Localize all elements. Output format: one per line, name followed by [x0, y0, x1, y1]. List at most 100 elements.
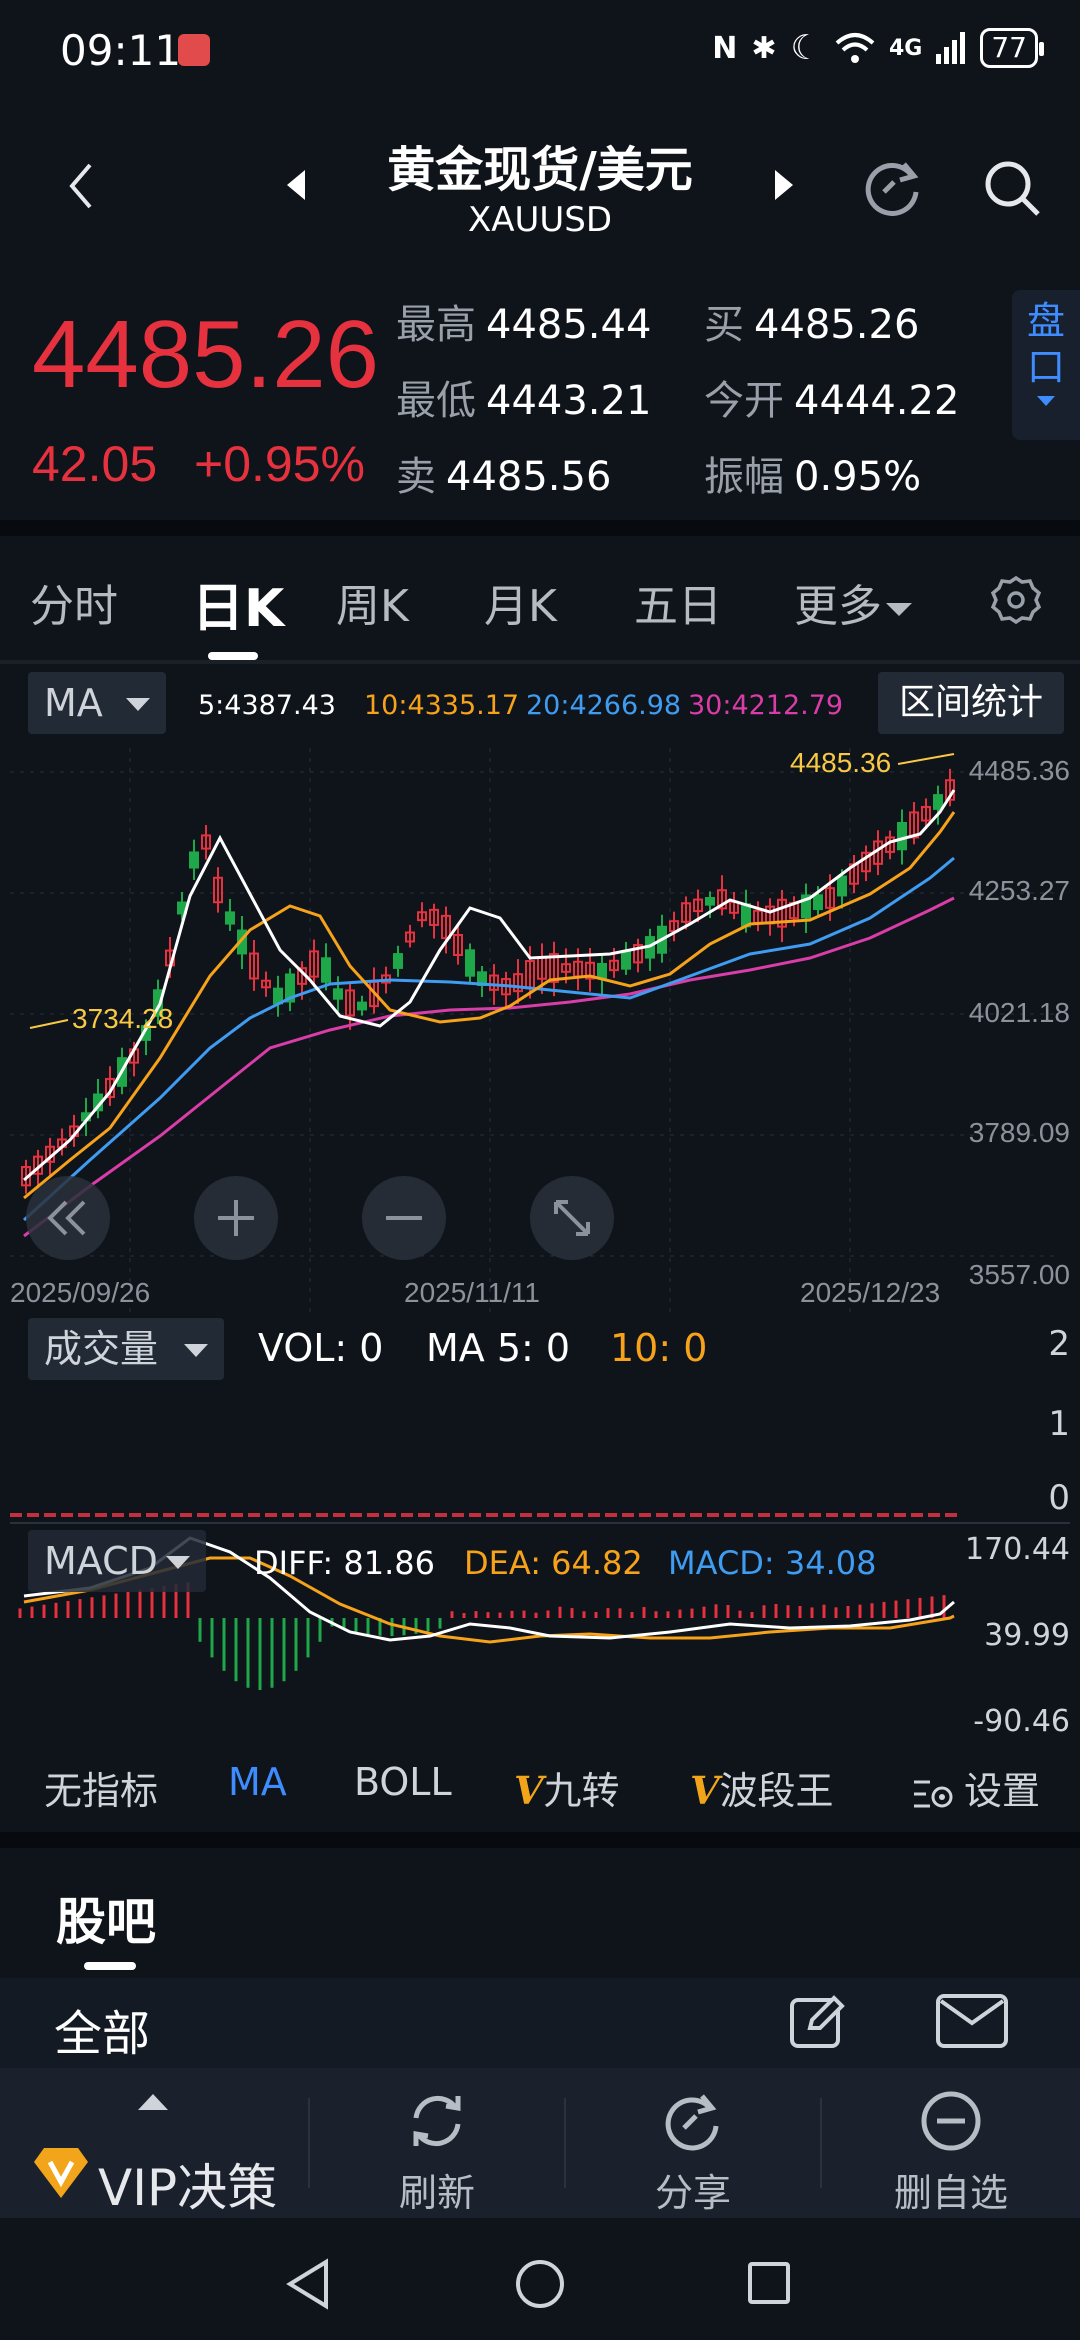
last-price: 4485.26 — [32, 301, 380, 408]
buy-label: 买 — [704, 302, 744, 348]
refresh-button[interactable] — [856, 152, 928, 224]
caret-down-icon — [166, 1556, 190, 1569]
kline-chart[interactable]: 4485.36 3734.28 4485.36 4253.27 4021.18 … — [10, 747, 1070, 1312]
status-icons: N ✱ ☾ 4G 77 — [712, 28, 1044, 68]
triangle-right-icon — [775, 170, 793, 200]
tab-more[interactable]: 更多 — [794, 570, 912, 634]
candle-body — [321, 957, 331, 983]
status-time: 09:11 — [60, 26, 182, 75]
refresh-action-button[interactable]: 刷新 — [310, 2068, 564, 2218]
indicator-ma[interactable]: MA — [228, 1760, 287, 1804]
filter-all[interactable]: 全部 — [54, 1994, 150, 2064]
caret-down-icon — [184, 1344, 208, 1357]
indicator-settings[interactable]: 设置 — [912, 1760, 1040, 1815]
tab-weekly-k[interactable]: 周K — [336, 570, 409, 634]
candle-body — [597, 963, 607, 980]
nav-home-icon[interactable] — [514, 2258, 566, 2310]
y-label-4: 3789.09 — [969, 1117, 1070, 1148]
low-cell: 最低 4443.21 — [396, 368, 651, 426]
search-button[interactable] — [976, 152, 1048, 224]
candle-body — [333, 988, 343, 1000]
vip-decision-button[interactable]: VIP决策 — [0, 2068, 306, 2218]
indicator-boll[interactable]: BOLL — [354, 1760, 452, 1804]
open-label: 今开 — [704, 378, 784, 424]
vol-y-label-2: 1 — [1048, 1404, 1070, 1444]
rewind-button[interactable] — [26, 1176, 110, 1260]
refresh-icon — [413, 2096, 461, 2146]
next-instrument-button[interactable] — [764, 160, 804, 210]
forum-tab-indicator — [84, 1962, 136, 1970]
chart-settings-button[interactable] — [986, 570, 1046, 630]
macd-y-label-2: 39.99 — [984, 1618, 1070, 1653]
low-marker-line — [29, 1019, 69, 1029]
x-axis-labels: 2025/09/26 2025/11/11 2025/12/23 — [10, 1277, 940, 1308]
wifi-icon — [835, 33, 875, 63]
vol-y-label-3: 0 — [1048, 1478, 1070, 1518]
tab-daily-k[interactable]: 日K — [192, 566, 284, 641]
indicator-nine-turn[interactable]: V九转 — [514, 1760, 620, 1815]
forum-title[interactable]: 股吧 — [56, 1882, 156, 1954]
sell-cell: 卖 4485.56 — [396, 444, 611, 502]
signal-icon — [936, 32, 966, 64]
quote-panel: 4485.26 42.05 +0.95% 最高 4485.44 最低 4443.21… — [0, 280, 1080, 520]
order-book-tab[interactable]: 盘 口 — [1012, 290, 1080, 440]
open-value: 4444.22 — [794, 378, 960, 424]
nfc-icon: N — [712, 30, 738, 66]
low-value: 4443.21 — [486, 378, 652, 424]
high-value: 4485.44 — [486, 302, 652, 348]
buy-value: 4485.26 — [754, 302, 920, 348]
tab-monthly-k[interactable]: 月K — [484, 570, 557, 634]
bluetooth-icon: ✱ — [751, 30, 777, 66]
vip-diamond-icon — [34, 2148, 88, 2198]
share-icon — [665, 2094, 719, 2151]
share-label: 分享 — [654, 2171, 731, 2215]
notification-icon — [178, 34, 210, 66]
high-marker: 4485.36 — [790, 748, 891, 778]
zoom-out-button[interactable] — [362, 1176, 446, 1260]
macd-y-label-1: 170.44 — [965, 1532, 1070, 1567]
compose-button[interactable] — [786, 1988, 852, 2054]
header: 黄金现货/美元 XAUUSD — [0, 100, 1080, 280]
caret-down-icon — [126, 698, 150, 711]
macd-indicator-dropdown[interactable]: MACD — [28, 1530, 206, 1592]
macd-y-label-3: -90.46 — [973, 1704, 1070, 1739]
vip-v-icon: V — [514, 1768, 544, 1813]
remove-watchlist-button[interactable]: 删自选 — [822, 2068, 1080, 2218]
nav-recents-icon[interactable] — [746, 2260, 792, 2306]
price-change: 42.05 — [32, 436, 158, 492]
share-button[interactable]: 分享 — [566, 2068, 820, 2218]
zoom-in-button[interactable] — [194, 1176, 278, 1260]
macd-panel: MACD DIFF: 81.86 DEA: 64.82 MACD: 34.08 … — [0, 1524, 1080, 1742]
y-label-5: 3557.00 — [969, 1259, 1070, 1290]
nav-back-icon[interactable] — [284, 2258, 332, 2310]
tab-five-day[interactable]: 五日 — [634, 570, 722, 634]
vip-decision-label: VIP决策 — [98, 2159, 278, 2217]
amplitude-label: 振幅 — [704, 454, 784, 500]
chevron-up-icon — [138, 2094, 168, 2110]
sell-value: 4485.56 — [446, 454, 612, 500]
price-change-pct: +0.95% — [194, 436, 365, 492]
main-indicator-label: MA — [44, 681, 103, 725]
system-nav-bar — [0, 2218, 1080, 2340]
volume-panel: 成交量 VOL: 0 MA 5: 0 10: 0 2 1 0 — [0, 1314, 1080, 1524]
macd-indicator-label: MACD — [44, 1539, 158, 1583]
indicator-bar: 无指标 MA BOLL V九转 V波段王 设置 — [0, 1746, 1080, 1830]
volume-ma5: MA 5: 0 — [426, 1326, 571, 1370]
range-stats-button[interactable]: 区间统计 — [878, 672, 1064, 734]
high-marker-line — [897, 753, 955, 765]
open-cell: 今开 4444.22 — [704, 368, 959, 426]
message-button[interactable] — [932, 1990, 1012, 2052]
fullscreen-button[interactable] — [530, 1176, 614, 1260]
indicator-wave-king[interactable]: V波段王 — [690, 1760, 834, 1815]
y-label-1: 4485.36 — [969, 755, 1070, 786]
volume-indicator-dropdown[interactable]: 成交量 — [28, 1318, 224, 1380]
low-label: 最低 — [396, 378, 476, 424]
tab-intraday[interactable]: 分时 — [30, 570, 118, 634]
tab-more-label: 更多 — [794, 581, 882, 632]
main-indicator-dropdown[interactable]: MA — [28, 672, 166, 734]
vip-v-icon: V — [690, 1768, 720, 1813]
indicator-none[interactable]: 无指标 — [44, 1760, 158, 1815]
divider — [0, 1832, 1080, 1848]
ma10-value: 10:4335.17 — [364, 690, 520, 721]
search-icon — [985, 161, 1040, 216]
